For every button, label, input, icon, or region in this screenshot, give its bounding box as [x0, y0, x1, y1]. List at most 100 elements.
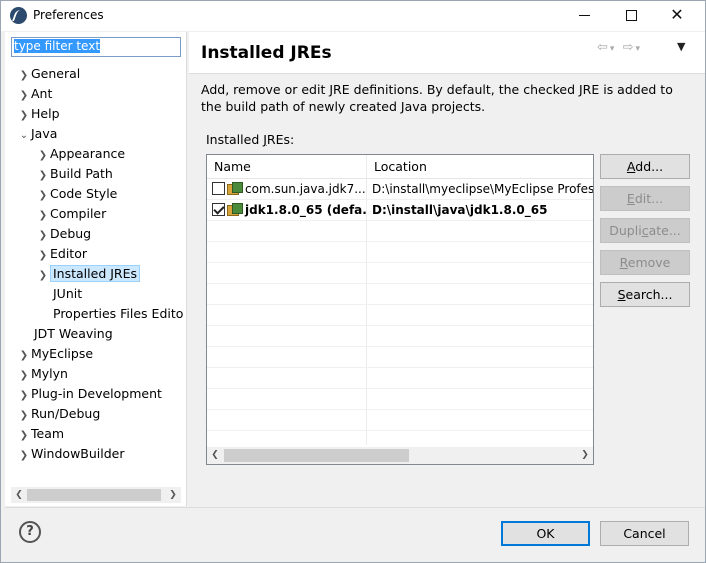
scroll-right-icon[interactable]: ❯ — [165, 487, 181, 503]
minimize-button[interactable] — [561, 1, 607, 31]
edit-button[interactable]: Edit... — [600, 186, 690, 211]
myeclipse-app-icon — [10, 7, 27, 24]
ok-button[interactable]: OK — [501, 521, 590, 546]
tree-item-plugin-development[interactable]: ❯ Plug-in Development — [17, 384, 162, 404]
tree-item-help[interactable]: ❯ Help — [17, 104, 60, 124]
jre-name-cell: jdk1.8.0_65 (defa... — [212, 200, 367, 221]
chevron-right-icon[interactable]: ❯ — [17, 66, 31, 86]
installed-jres-table: Name Location com.sun.java.jdk7... D:\in… — [206, 154, 594, 465]
back-arrow-icon[interactable]: ⇦ — [597, 40, 610, 55]
tree-item-installed-jres[interactable]: ❯ Installed JREs — [36, 264, 141, 286]
tree-item-junit[interactable]: JUnit — [50, 284, 82, 304]
close-button[interactable]: ✕ — [654, 1, 700, 31]
chevron-right-icon[interactable]: ❯ — [17, 106, 31, 126]
remove-button[interactable]: Remove — [600, 250, 690, 275]
tree-label: MyEclipse — [31, 346, 94, 361]
tree-label: Code Style — [50, 186, 118, 201]
chevron-right-icon[interactable]: ❯ — [36, 166, 50, 186]
tree-label: Compiler — [50, 206, 107, 221]
jre-icon — [227, 203, 243, 216]
tree-item-run-debug[interactable]: ❯ Run/Debug — [17, 404, 101, 426]
minimize-icon — [578, 15, 590, 16]
view-menu-icon[interactable]: ▼ — [677, 40, 685, 53]
column-header-location[interactable]: Location — [367, 155, 593, 179]
table-row[interactable]: com.sun.java.jdk7... D:\install\myeclips… — [207, 179, 593, 200]
help-button[interactable]: ? — [19, 521, 41, 543]
jre-checkbox-checked[interactable] — [212, 203, 225, 216]
tree-label: Java — [31, 126, 58, 141]
tree-item-windowbuilder[interactable]: ❯ WindowBuilder — [17, 444, 125, 464]
tree-item-code-style[interactable]: ❯ Code Style — [36, 184, 118, 206]
chevron-right-icon[interactable]: ❯ — [36, 266, 50, 286]
forward-menu-icon[interactable]: ▾ — [635, 44, 642, 54]
jre-name: com.sun.java.jdk7... — [245, 182, 366, 196]
tree-item-team[interactable]: ❯ Team — [17, 424, 64, 444]
scroll-right-icon[interactable]: ❯ — [577, 447, 593, 464]
tree-item-myeclipse[interactable]: ❯ MyEclipse — [17, 344, 93, 364]
chevron-right-icon[interactable]: ❯ — [36, 246, 50, 266]
tree-label: WindowBuilder — [31, 446, 125, 461]
filter-text: type filter text — [14, 39, 101, 53]
jre-location-cell: D:\install\myeclipse\MyEclipse Profess — [372, 182, 593, 196]
add-button[interactable]: Add... — [600, 154, 690, 179]
jre-location-cell: D:\install\java\jdk1.8.0_65 — [372, 203, 548, 217]
jre-checkbox[interactable] — [212, 182, 225, 195]
tree-item-appearance[interactable]: ❯ Appearance — [36, 144, 125, 164]
jre-name-cell: com.sun.java.jdk7... — [212, 179, 367, 200]
table-horizontal-scrollbar[interactable]: ❮ ❯ — [207, 447, 593, 464]
scrollbar-thumb[interactable] — [27, 489, 161, 501]
maximize-button[interactable] — [608, 1, 654, 31]
column-header-name[interactable]: Name — [207, 155, 367, 179]
duplicate-button[interactable]: Duplicate... — [600, 218, 690, 243]
tree-item-debug[interactable]: ❯ Debug — [36, 224, 91, 244]
page-title: Installed JREs — [201, 43, 332, 63]
scroll-left-icon[interactable]: ❮ — [11, 487, 27, 503]
tree-item-java[interactable]: ⌄ Java — [17, 124, 58, 146]
chevron-right-icon[interactable]: ❯ — [17, 386, 31, 406]
mnemonic: E — [626, 191, 635, 206]
chevron-down-icon[interactable]: ⌄ — [17, 126, 31, 146]
chevron-right-icon[interactable]: ❯ — [17, 346, 31, 366]
table-row-empty — [207, 263, 593, 284]
cancel-button[interactable]: Cancel — [600, 521, 689, 546]
search-button[interactable]: Search... — [600, 282, 690, 307]
chevron-right-icon[interactable]: ❯ — [36, 206, 50, 226]
tree-item-compiler[interactable]: ❯ Compiler — [36, 204, 106, 224]
preferences-window: Preferences ✕ type filter text ❯ General … — [0, 0, 706, 563]
tree-item-properties-files-editor[interactable]: Properties Files Edito — [50, 304, 183, 324]
button-label: emove — [627, 255, 671, 270]
tree-item-mylyn[interactable]: ❯ Mylyn — [17, 364, 68, 384]
table-row-empty — [207, 221, 593, 242]
tree-item-general[interactable]: ❯ General — [17, 64, 80, 84]
chevron-right-icon[interactable]: ❯ — [36, 186, 50, 206]
chevron-right-icon[interactable]: ❯ — [17, 446, 31, 466]
page-header: Installed JREs ⇦▾ ⇨▾ ▼ — [189, 32, 705, 74]
scroll-left-icon[interactable]: ❮ — [207, 447, 223, 464]
table-row-empty — [207, 305, 593, 326]
scrollbar-thumb[interactable] — [224, 449, 409, 462]
tree-item-jdt-weaving[interactable]: JDT Weaving — [31, 324, 113, 344]
tree-item-build-path[interactable]: ❯ Build Path — [36, 164, 113, 184]
table-row[interactable]: jdk1.8.0_65 (defa... D:\install\java\jdk… — [207, 200, 593, 221]
chevron-right-icon[interactable]: ❯ — [17, 366, 31, 386]
table-row-empty — [207, 410, 593, 431]
label-text: Installed — [206, 132, 264, 147]
button-label: dd... — [635, 159, 664, 174]
tree-item-editor[interactable]: ❯ Editor — [36, 244, 87, 264]
filter-input[interactable]: type filter text — [11, 37, 181, 57]
tree-horizontal-scrollbar[interactable]: ❮ ❯ — [11, 487, 181, 503]
tree-label: Plug-in Development — [31, 386, 162, 401]
tree-label: Build Path — [50, 166, 113, 181]
close-icon: ✕ — [670, 5, 684, 24]
chevron-right-icon[interactable]: ❯ — [17, 86, 31, 106]
chevron-right-icon[interactable]: ❯ — [17, 426, 31, 446]
chevron-right-icon[interactable]: ❯ — [36, 226, 50, 246]
mnemonic: A — [626, 159, 636, 174]
forward-arrow-icon[interactable]: ⇨ — [623, 40, 636, 55]
chevron-right-icon[interactable]: ❯ — [17, 406, 31, 426]
tree-item-ant[interactable]: ❯ Ant — [17, 84, 53, 106]
back-menu-icon[interactable]: ▾ — [610, 44, 617, 54]
chevron-right-icon[interactable]: ❯ — [36, 146, 50, 166]
button-label: earch... — [625, 287, 673, 302]
mnemonic: S — [617, 287, 626, 302]
